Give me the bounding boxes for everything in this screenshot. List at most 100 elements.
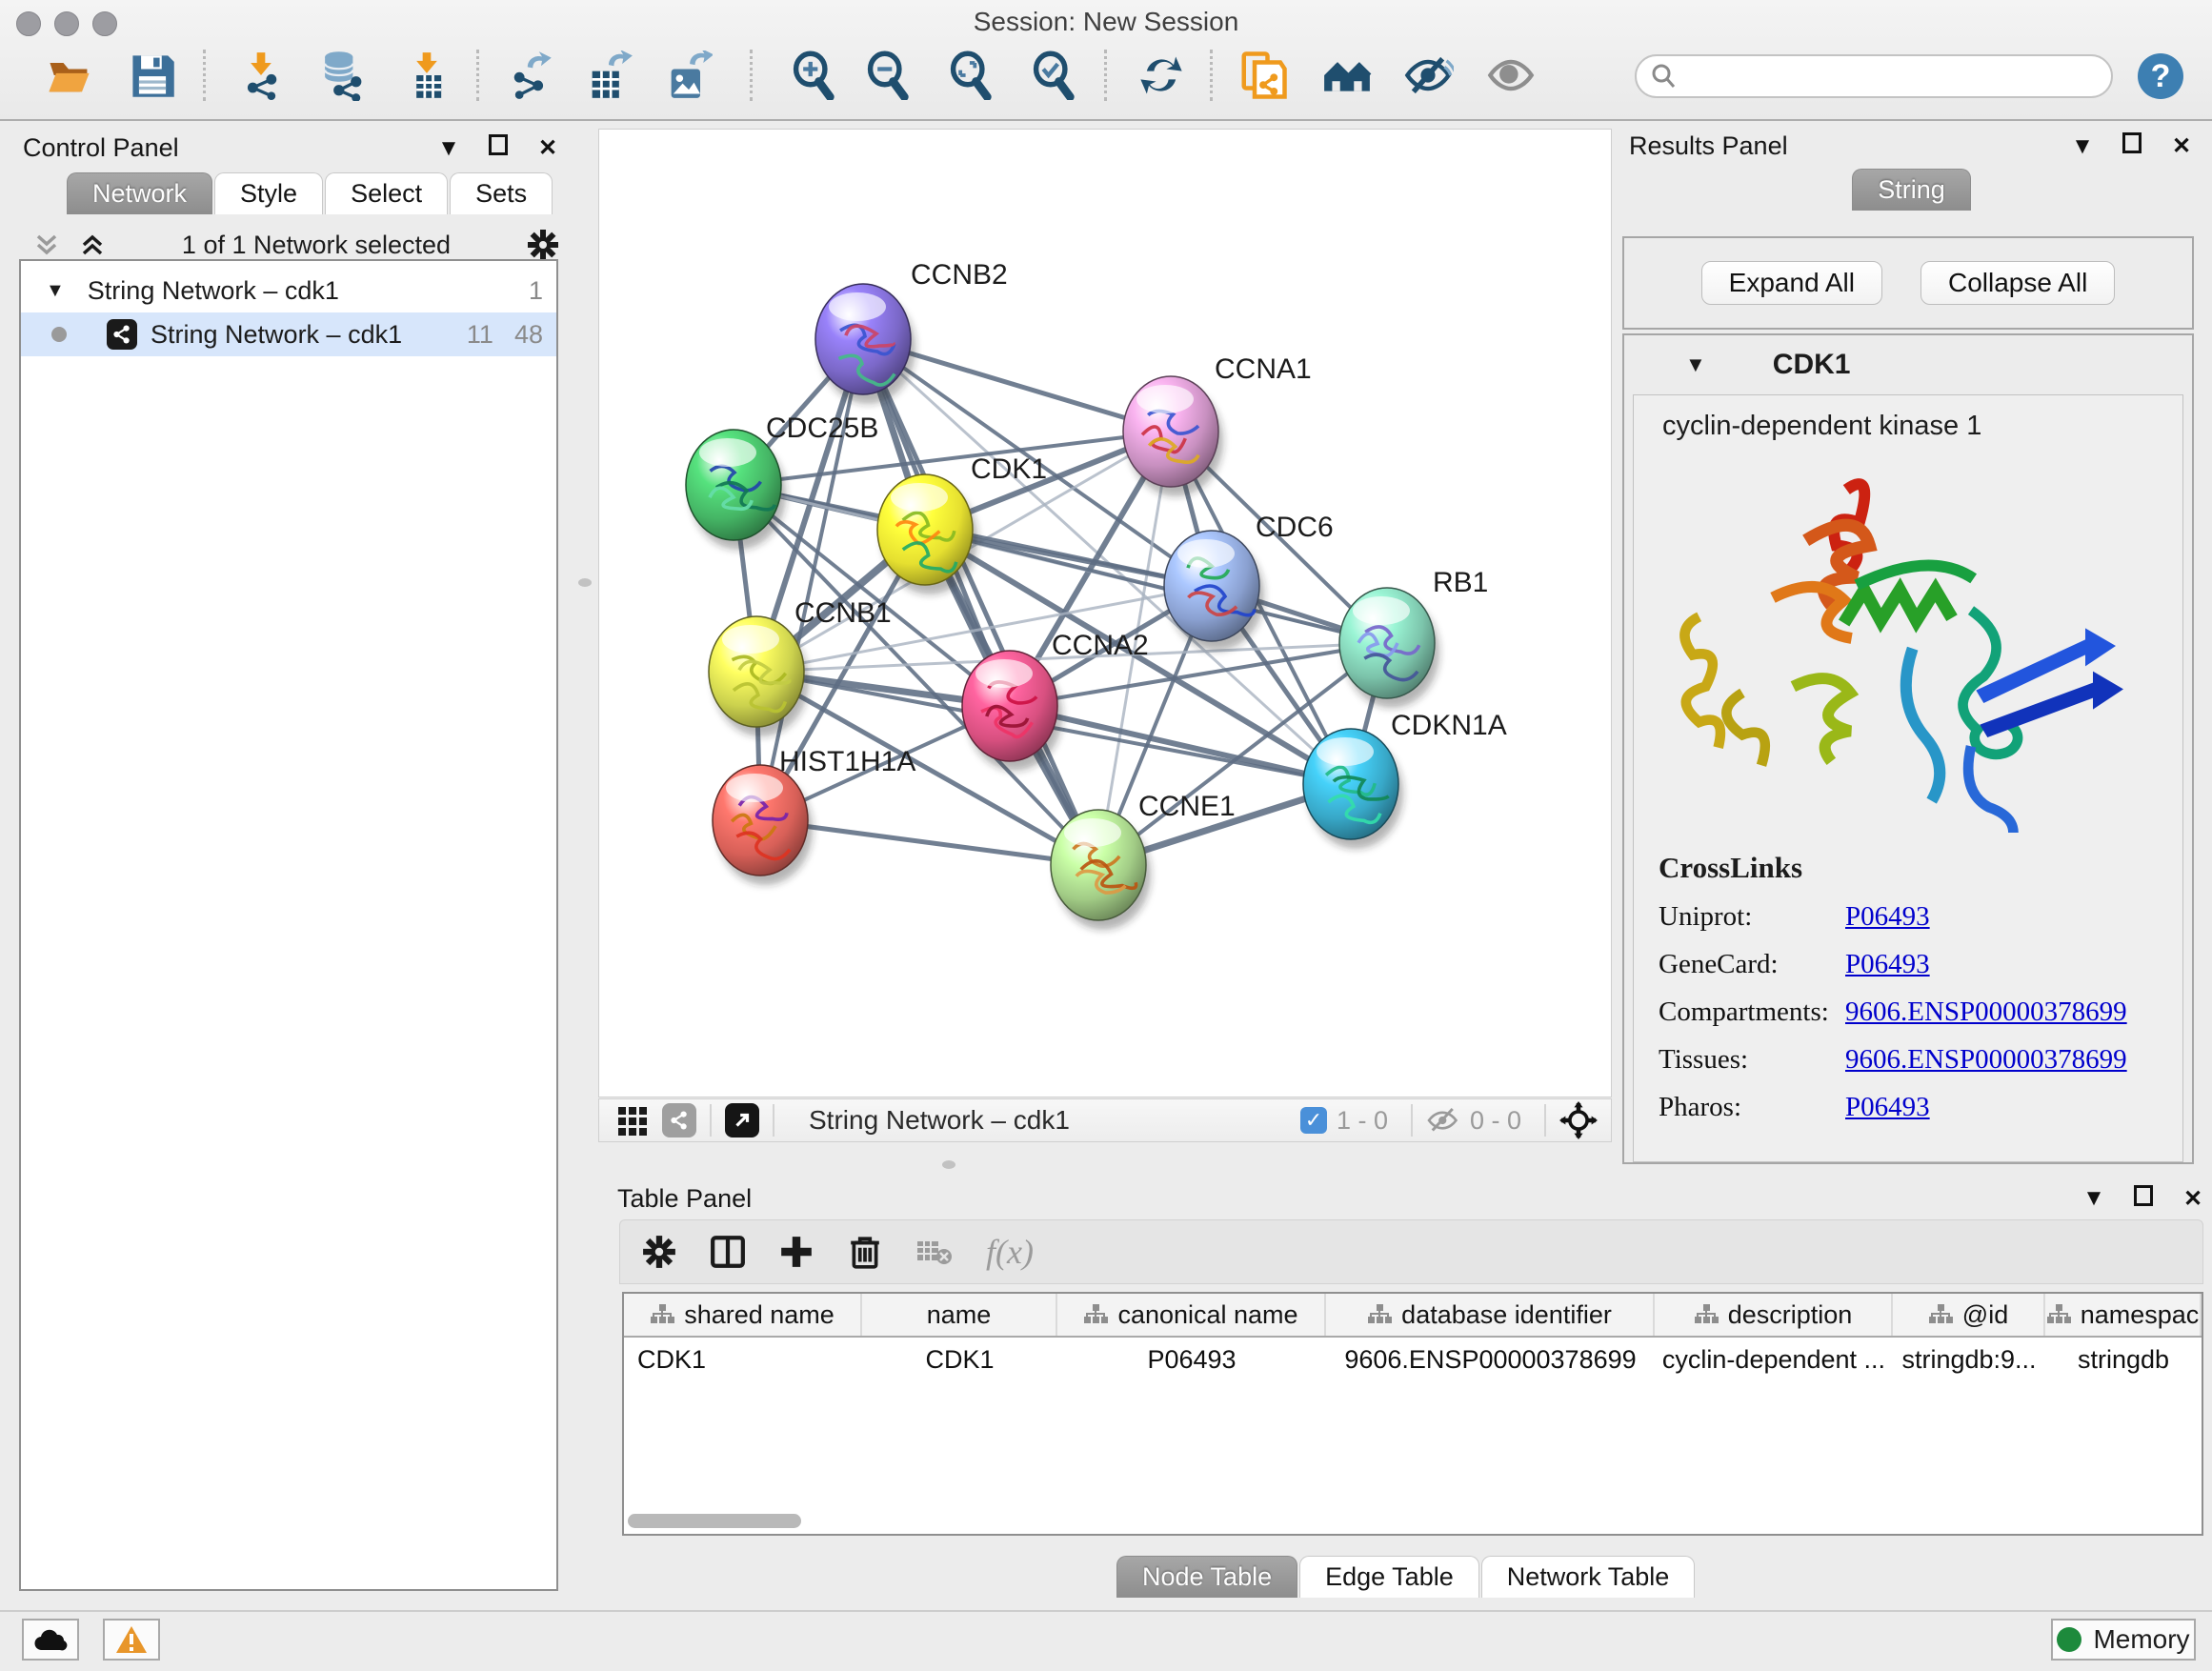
crosslink-link[interactable]: P06493 bbox=[1845, 1092, 1930, 1123]
cloud-status-button[interactable] bbox=[22, 1619, 79, 1661]
column-header-description[interactable]: description bbox=[1655, 1294, 1893, 1336]
export-network-button[interactable] bbox=[504, 50, 555, 101]
table-cell[interactable]: CDK1 bbox=[624, 1338, 862, 1381]
table-cell[interactable]: P06493 bbox=[1057, 1338, 1326, 1381]
network-node-CDC25B[interactable]: CDC25B bbox=[686, 413, 878, 550]
results-panel-float-button[interactable] bbox=[2120, 132, 2144, 160]
add-column-icon[interactable] bbox=[778, 1234, 814, 1270]
zoom-fit-button[interactable] bbox=[945, 50, 996, 101]
zoom-selected-button[interactable] bbox=[1028, 50, 1079, 101]
apply-layout-button[interactable] bbox=[1136, 50, 1187, 101]
tab-style[interactable]: Style bbox=[214, 172, 323, 214]
table-panel-float-button[interactable] bbox=[2131, 1185, 2156, 1213]
import-network-from-database-button[interactable] bbox=[315, 50, 367, 101]
open-session-button[interactable] bbox=[44, 50, 95, 101]
network-node-CDC6[interactable]: CDC6 bbox=[1164, 512, 1334, 651]
grid-view-icon[interactable] bbox=[616, 1104, 649, 1137]
warnings-button[interactable] bbox=[103, 1619, 160, 1661]
vertical-splitter-handle[interactable] bbox=[578, 578, 592, 587]
tab-edge-table[interactable]: Edge Table bbox=[1299, 1556, 1479, 1598]
crosslink-link[interactable]: 9606.ENSP00000378699 bbox=[1845, 1044, 2127, 1076]
string-home-button[interactable] bbox=[1321, 50, 1373, 101]
column-header-shared-name[interactable]: shared name bbox=[624, 1294, 862, 1336]
save-session-button[interactable] bbox=[127, 50, 178, 101]
table-options-gear-icon[interactable] bbox=[641, 1234, 677, 1270]
crosslink-label: Uniprot: bbox=[1659, 901, 1845, 933]
table-cell[interactable]: cyclin-dependent ... bbox=[1655, 1338, 1893, 1381]
network-node-CCNE1[interactable]: CCNE1 bbox=[1051, 791, 1236, 930]
protein-result-box: ▼ CDK1 cyclin-dependent kinase 1 bbox=[1622, 333, 2194, 1164]
results-panel-close-button[interactable]: ✕ bbox=[2169, 132, 2194, 160]
tab-sets[interactable]: Sets bbox=[450, 172, 553, 214]
show-columns-icon[interactable] bbox=[710, 1234, 746, 1270]
delete-column-trash-icon[interactable] bbox=[847, 1234, 883, 1270]
column-header-database-identifier[interactable]: database identifier bbox=[1326, 1294, 1655, 1336]
control-panel-float-button[interactable] bbox=[486, 134, 511, 162]
crosslink-link[interactable]: P06493 bbox=[1845, 901, 1930, 933]
tab-select[interactable]: Select bbox=[325, 172, 448, 214]
table-panel-close-button[interactable]: ✕ bbox=[2181, 1185, 2205, 1213]
collapse-all-networks-icon[interactable] bbox=[78, 231, 107, 259]
export-table-button[interactable] bbox=[583, 50, 634, 101]
window-chrome: Session: New Session bbox=[0, 0, 2212, 121]
expand-all-networks-icon[interactable] bbox=[32, 231, 61, 259]
hide-selected-button[interactable] bbox=[1402, 50, 1454, 101]
tab-network[interactable]: Network bbox=[67, 172, 212, 214]
network-options-gear-icon[interactable] bbox=[526, 228, 560, 262]
table-panel-menu-button[interactable]: ▼ bbox=[2081, 1185, 2106, 1212]
show-all-button[interactable] bbox=[1485, 50, 1537, 101]
search-input[interactable] bbox=[1679, 62, 2088, 91]
detach-view-icon[interactable] bbox=[725, 1103, 759, 1137]
birds-eye-crosshair-icon[interactable] bbox=[1559, 1101, 1598, 1139]
network-edge[interactable] bbox=[863, 339, 1098, 865]
import-network-from-file-button[interactable] bbox=[235, 50, 287, 101]
network-node-CDKN1A[interactable]: CDKN1A bbox=[1303, 710, 1507, 849]
network-node-CDK1[interactable]: CDK1 bbox=[877, 453, 1047, 594]
protein-expander-icon[interactable]: ▼ bbox=[1685, 352, 1706, 377]
zoom-fit-icon bbox=[946, 50, 995, 100]
search-field[interactable] bbox=[1635, 54, 2113, 98]
tab-node-table[interactable]: Node Table bbox=[1116, 1556, 1297, 1598]
column-header-canonical-name[interactable]: canonical name bbox=[1057, 1294, 1326, 1336]
column-header-@id[interactable]: @id bbox=[1893, 1294, 2045, 1336]
column-header-name[interactable]: name bbox=[862, 1294, 1057, 1336]
horizontal-splitter-handle[interactable] bbox=[942, 1160, 955, 1169]
control-panel-close-button[interactable]: ✕ bbox=[535, 134, 560, 162]
node-table[interactable]: shared namename canonical name database id… bbox=[622, 1292, 2203, 1536]
network-graph[interactable]: CCNB2CCNA1CDC25BCDK1CDC6RB1CCNB1CCNA2CDK… bbox=[599, 130, 1613, 1098]
memory-button[interactable]: Memory bbox=[2051, 1619, 2196, 1661]
network-row[interactable]: String Network – cdk1 11 48 bbox=[21, 312, 556, 356]
zoom-in-button[interactable] bbox=[788, 50, 839, 101]
import-table-from-file-button[interactable] bbox=[401, 50, 452, 101]
expand-all-button[interactable]: Expand All bbox=[1701, 261, 1882, 305]
new-network-from-selection-button[interactable] bbox=[1237, 50, 1289, 101]
zoom-out-button[interactable] bbox=[862, 50, 914, 101]
network-collection-row[interactable]: ▼ String Network – cdk1 1 bbox=[21, 269, 556, 312]
table-cell[interactable]: CDK1 bbox=[862, 1338, 1057, 1381]
crosslink-link[interactable]: 9606.ENSP00000378699 bbox=[1845, 997, 2127, 1028]
network-node-HIST1H1A[interactable]: HIST1H1A bbox=[713, 746, 915, 885]
horizontal-scrollbar[interactable] bbox=[628, 1514, 801, 1528]
results-panel-menu-button[interactable]: ▼ bbox=[2070, 133, 2095, 160]
network-node-RB1[interactable]: RB1 bbox=[1339, 567, 1488, 708]
column-header-namespac[interactable]: namespac bbox=[2045, 1294, 2202, 1336]
table-cell[interactable]: stringdb:9... bbox=[1893, 1338, 2045, 1381]
network-view-icon[interactable] bbox=[662, 1103, 696, 1137]
export-image-button[interactable] bbox=[662, 50, 714, 101]
tab-string[interactable]: String bbox=[1852, 169, 1971, 211]
control-panel-menu-button[interactable]: ▼ bbox=[436, 135, 461, 162]
table-cell[interactable]: 9606.ENSP00000378699 bbox=[1326, 1338, 1655, 1381]
column-header-label: canonical name bbox=[1117, 1300, 1297, 1330]
help-button[interactable]: ? bbox=[2138, 53, 2183, 99]
table-cell[interactable]: stringdb bbox=[2045, 1338, 2202, 1381]
collapse-all-button[interactable]: Collapse All bbox=[1920, 261, 2115, 305]
tab-network-table[interactable]: Network Table bbox=[1481, 1556, 1696, 1598]
results-actions-box: Expand All Collapse All bbox=[1622, 236, 2194, 330]
network-canvas[interactable]: CCNB2CCNA1CDC25BCDK1CDC6RB1CCNB1CCNA2CDK… bbox=[598, 129, 1612, 1097]
crosslink-link[interactable]: P06493 bbox=[1845, 949, 1930, 980]
zoom-out-icon bbox=[863, 50, 913, 100]
table-row[interactable]: CDK1CDK1P064939606.ENSP00000378699cyclin… bbox=[624, 1338, 2202, 1381]
tree-expander-icon[interactable]: ▼ bbox=[46, 280, 65, 302]
selected-checkbox-icon[interactable]: ✓ bbox=[1300, 1107, 1327, 1134]
zoom-selected-icon bbox=[1029, 50, 1078, 100]
